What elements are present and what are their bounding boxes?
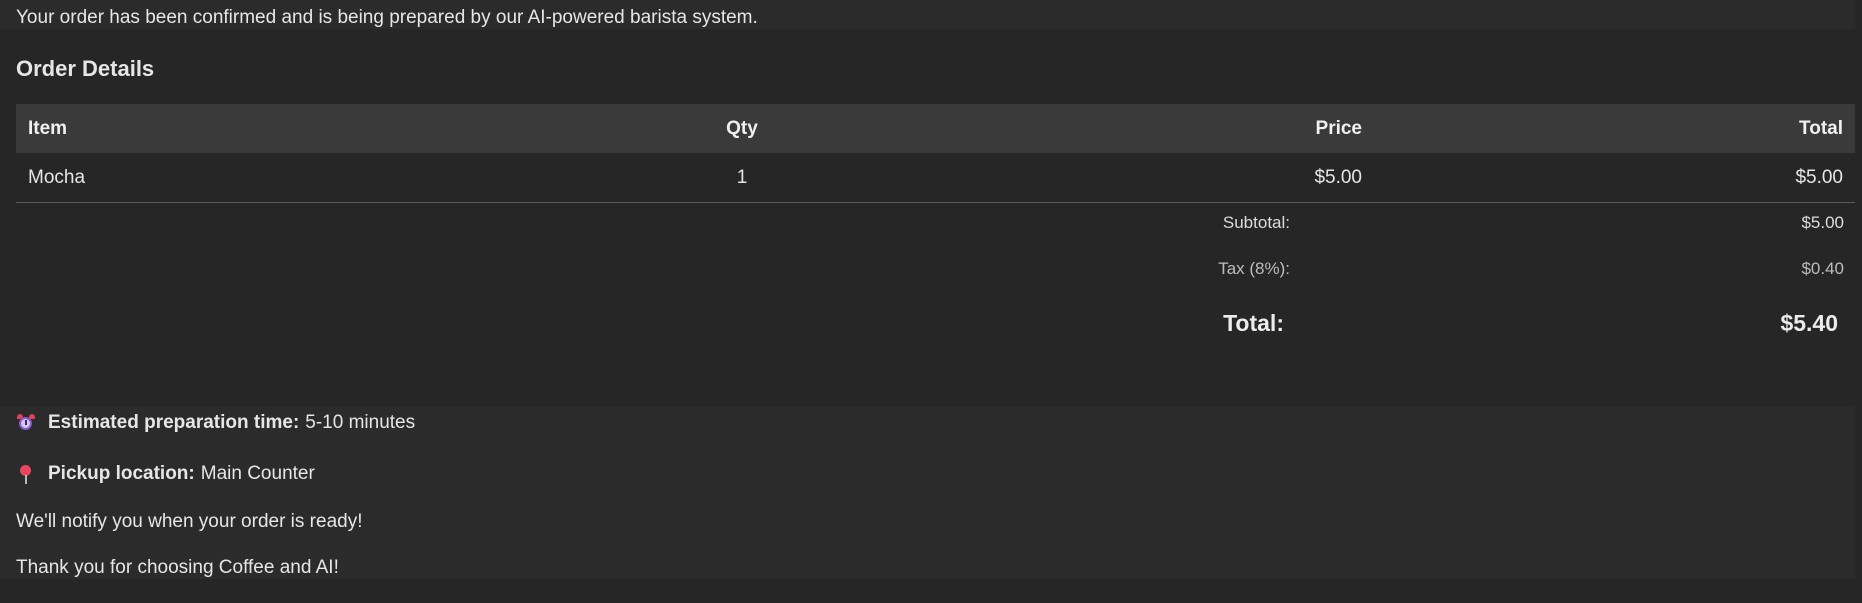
item-qty: 1 xyxy=(640,153,844,203)
pickup-location-value: Main Counter xyxy=(200,463,315,484)
tax-label: Tax (8%): xyxy=(1218,259,1290,278)
item-total: $5.00 xyxy=(1374,153,1855,203)
tax-value: $0.40 xyxy=(1801,259,1844,278)
thanks-message: Thank you for choosing Coffee and AI! xyxy=(16,557,339,578)
column-header-item: Item xyxy=(16,104,640,153)
notify-message: We'll notify you when your order is read… xyxy=(16,511,363,532)
item-name: Mocha xyxy=(16,153,640,203)
column-header-price: Price xyxy=(844,104,1374,153)
order-details-heading: Order Details xyxy=(16,56,155,81)
column-header-total: Total xyxy=(1374,104,1855,153)
table-row: Mocha 1 $5.00 $5.00 xyxy=(16,153,1855,203)
pickup-info-panel: Estimated preparation time: 5-10 minutes… xyxy=(0,406,1855,579)
confirmation-banner: Your order has been confirmed and is bei… xyxy=(0,0,1855,29)
confirmation-message: Your order has been confirmed and is bei… xyxy=(16,7,758,28)
alarm-clock-icon xyxy=(16,413,36,433)
subtotal-value: $5.00 xyxy=(1801,213,1844,232)
item-price: $5.00 xyxy=(844,153,1374,203)
prep-time-label: Estimated preparation time: xyxy=(48,412,300,433)
pickup-location-line: Pickup location: Main Counter xyxy=(16,463,315,485)
order-table: Item Qty Price Total Mocha 1 $5.00 $5.00 xyxy=(16,104,1855,203)
pushpin-icon xyxy=(16,464,36,484)
grand-total-label: Total: xyxy=(1223,310,1284,336)
pickup-location-label: Pickup location: xyxy=(48,463,195,484)
order-confirmation-page: Your order has been confirmed and is bei… xyxy=(0,0,1862,603)
prep-time-line: Estimated preparation time: 5-10 minutes xyxy=(16,412,415,434)
table-header-row: Item Qty Price Total xyxy=(16,104,1855,153)
column-header-qty: Qty xyxy=(640,104,844,153)
subtotal-label: Subtotal: xyxy=(1222,213,1290,232)
grand-total-value: $5.40 xyxy=(1780,310,1838,336)
prep-time-value: 5-10 minutes xyxy=(305,412,416,433)
